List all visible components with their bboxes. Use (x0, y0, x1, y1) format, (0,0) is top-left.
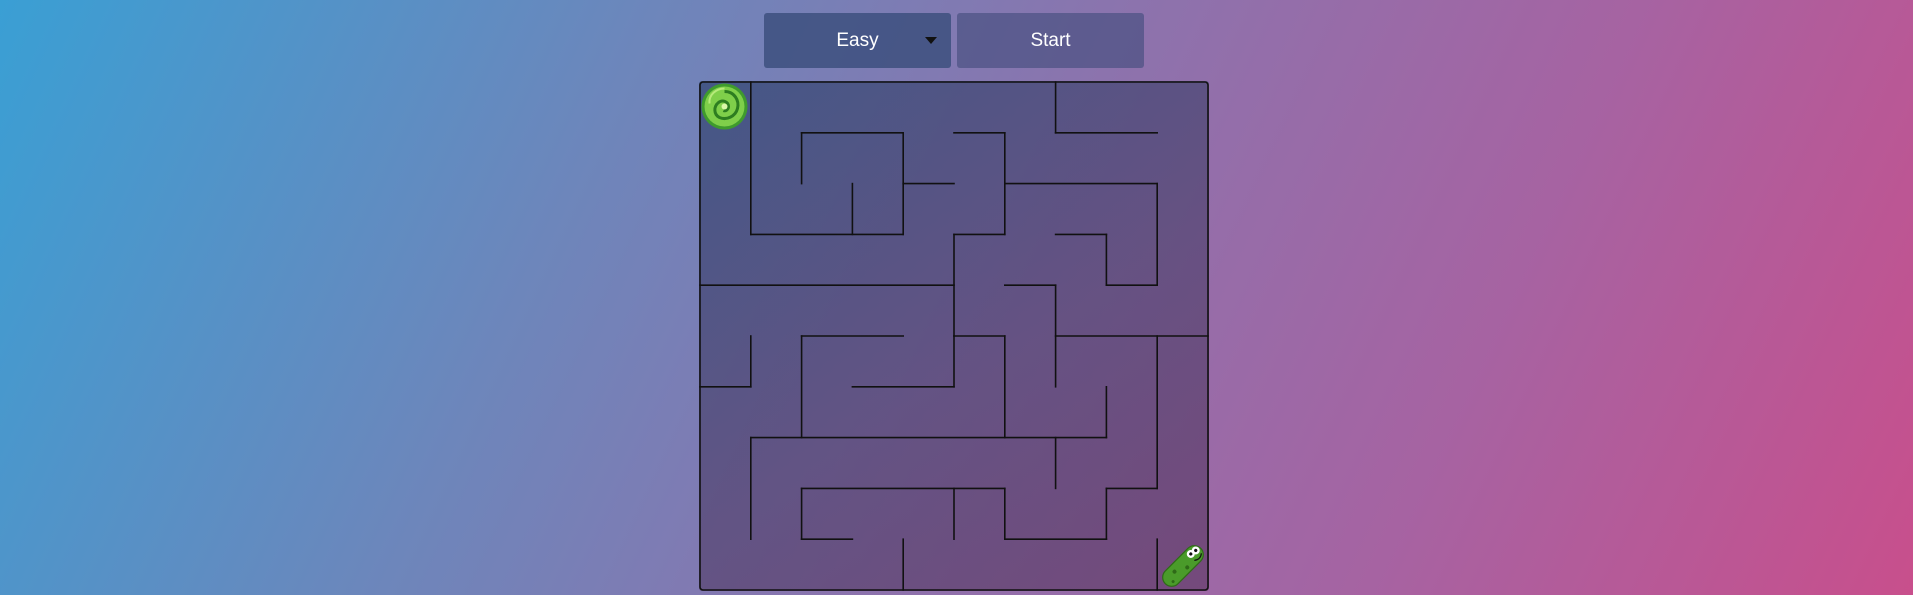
difficulty-select-value: Easy (836, 29, 879, 51)
chevron-down-icon (925, 37, 937, 44)
maze-inner-walls (699, 81, 1209, 591)
start-button[interactable]: Start (957, 13, 1144, 68)
difficulty-select[interactable]: Easy (764, 13, 951, 68)
portal-icon[interactable] (701, 83, 748, 130)
toolbar: Easy Start (764, 13, 1144, 68)
pickle-icon[interactable] (1159, 542, 1207, 590)
start-button-label: Start (1030, 29, 1071, 51)
maze-board[interactable] (699, 81, 1209, 591)
maze-walls (699, 81, 1209, 591)
